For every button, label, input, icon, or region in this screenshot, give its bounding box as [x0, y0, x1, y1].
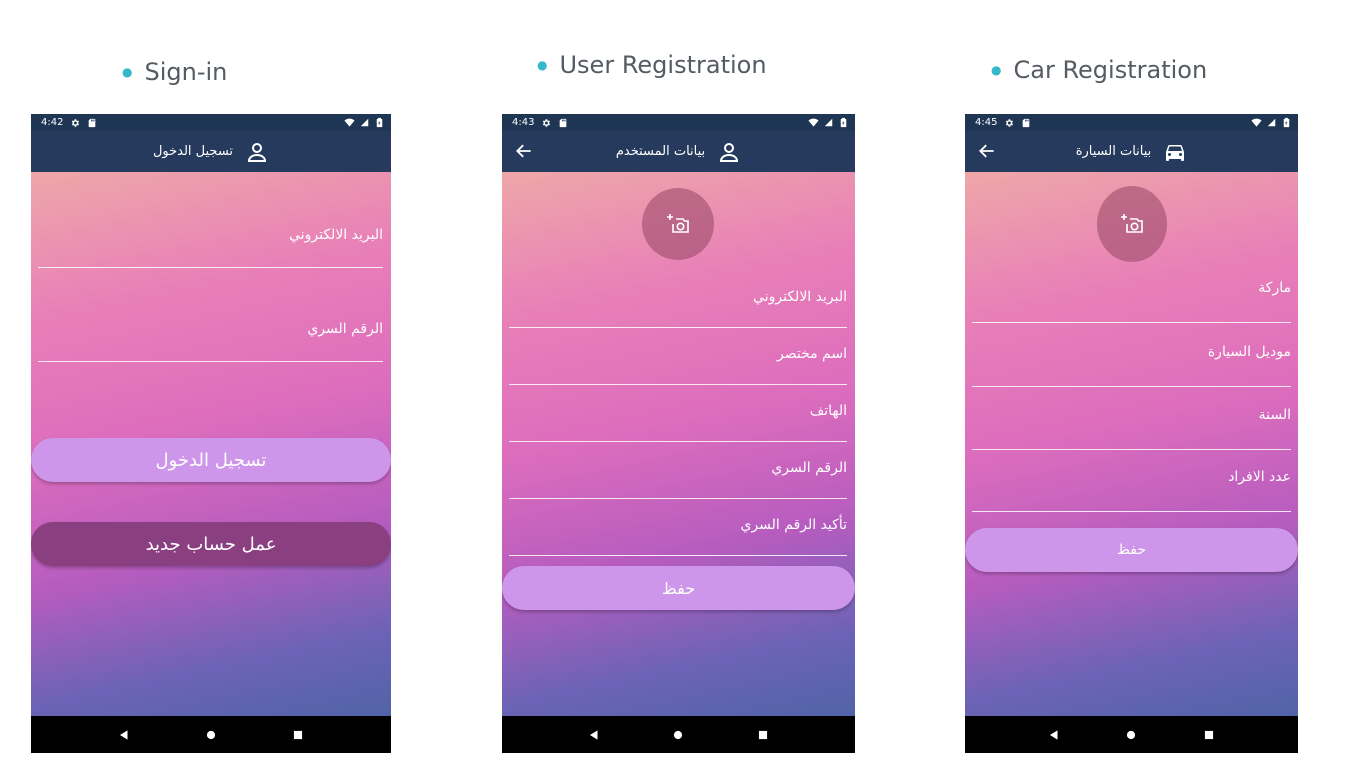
make-label: ماركة — [1258, 280, 1291, 296]
email-field[interactable]: البريد الالكتروني — [509, 284, 847, 330]
password-label: الرقم السري — [307, 321, 383, 337]
app-bar: تسجيل الدخول — [31, 131, 391, 172]
battery-icon — [374, 117, 385, 128]
model-label: موديل السيارة — [1207, 344, 1291, 360]
model-field[interactable]: موديل السيارة — [972, 340, 1291, 388]
field-underline — [972, 322, 1291, 323]
signin-screen: 4:42 تسجيل الدخول البريد الالكتروني الرق… — [31, 114, 391, 753]
nav-recents-icon[interactable] — [1202, 728, 1216, 742]
nav-recents-icon[interactable] — [291, 728, 305, 742]
field-underline — [972, 386, 1291, 387]
wifi-icon — [808, 117, 819, 128]
field-underline — [509, 441, 847, 442]
app-bar: بيانات السيارة — [965, 131, 1298, 172]
bullet-icon: ● — [537, 58, 548, 72]
settings-icon — [1004, 118, 1014, 128]
signal-icon — [360, 118, 369, 127]
nav-recents-icon[interactable] — [756, 728, 770, 742]
confirm-password-label: تأكيد الرقم السري — [740, 517, 847, 533]
caption-label: User Registration — [559, 51, 767, 79]
email-field[interactable]: البريد الالكتروني — [38, 222, 383, 268]
email-label: البريد الالكتروني — [289, 227, 383, 243]
phone-label: الهاتف — [809, 403, 847, 419]
status-time: 4:43 — [512, 117, 535, 128]
screen-title: تسجيل الدخول — [152, 144, 234, 159]
create-account-button[interactable]: عمل حساب جديد — [31, 522, 391, 566]
nav-bar — [965, 716, 1298, 753]
make-field[interactable]: ماركة — [972, 276, 1291, 324]
battery-icon — [1281, 117, 1292, 128]
settings-icon — [70, 118, 80, 128]
person-icon — [245, 140, 269, 164]
status-bar: 4:45 — [965, 114, 1298, 131]
year-label: السنة — [1258, 407, 1291, 423]
confirm-password-field[interactable]: تأكيد الرقم السري — [509, 512, 847, 558]
signal-icon — [824, 118, 833, 127]
password-field[interactable]: الرقم السري — [38, 316, 383, 362]
caption-label: Sign-in — [144, 58, 228, 86]
screen-content: البريد الالكتروني اسم مختصر الهاتف الرقم… — [502, 172, 855, 716]
battery-icon — [838, 117, 849, 128]
settings-icon — [541, 118, 551, 128]
car-registration-screen: 4:45 بيانات السيارة ماركة موديل السيارة — [965, 114, 1298, 753]
field-underline — [509, 555, 847, 556]
status-time: 4:45 — [975, 117, 998, 128]
caption-signin: ● Sign-in — [122, 58, 227, 86]
sd-card-icon — [87, 118, 97, 128]
password-label: الرقم السري — [771, 460, 847, 476]
app-bar: بيانات المستخدم — [502, 131, 855, 172]
field-underline — [972, 449, 1291, 450]
caption-user-registration: ● User Registration — [537, 51, 767, 79]
sd-card-icon — [558, 118, 568, 128]
nav-back-icon[interactable] — [587, 728, 601, 742]
nickname-field[interactable]: اسم مختصر — [509, 341, 847, 387]
field-underline — [509, 327, 847, 328]
caption-car-registration: ● Car Registration — [991, 56, 1207, 84]
profile-photo-button[interactable] — [642, 188, 714, 260]
nav-home-icon[interactable] — [671, 728, 685, 742]
wifi-icon — [344, 117, 355, 128]
phone-field[interactable]: الهاتف — [509, 398, 847, 444]
nickname-label: اسم مختصر — [776, 346, 847, 362]
status-time: 4:42 — [41, 117, 64, 128]
caption-label: Car Registration — [1013, 56, 1208, 84]
wifi-icon — [1251, 117, 1262, 128]
add-photo-icon — [1120, 212, 1144, 236]
user-registration-screen: 4:43 بيانات المستخدم البريد الالكتروني ا… — [502, 114, 855, 753]
bullet-icon: ● — [122, 65, 133, 79]
nav-back-icon[interactable] — [117, 728, 131, 742]
status-bar: 4:43 — [502, 114, 855, 131]
bullet-icon: ● — [991, 63, 1002, 77]
screen-title: بيانات المستخدم — [615, 144, 706, 159]
signal-icon — [1267, 118, 1276, 127]
nav-home-icon[interactable] — [204, 728, 218, 742]
field-underline — [509, 384, 847, 385]
car-icon — [1163, 140, 1187, 164]
nav-home-icon[interactable] — [1124, 728, 1138, 742]
year-field[interactable]: السنة — [972, 403, 1291, 451]
login-button[interactable]: تسجيل الدخول — [31, 438, 391, 482]
screen-title: بيانات السيارة — [1075, 144, 1152, 159]
passengers-label: عدد الافراد — [1228, 469, 1291, 485]
sd-card-icon — [1021, 118, 1031, 128]
add-photo-icon — [666, 212, 690, 236]
field-underline — [38, 361, 383, 362]
status-bar: 4:42 — [31, 114, 391, 131]
password-field[interactable]: الرقم السري — [509, 455, 847, 501]
nav-bar — [502, 716, 855, 753]
field-underline — [38, 267, 383, 268]
field-underline — [509, 498, 847, 499]
save-button[interactable]: حفظ — [965, 528, 1298, 572]
save-button[interactable]: حفظ — [502, 566, 855, 610]
car-photo-button[interactable] — [1097, 186, 1167, 262]
nav-back-icon[interactable] — [1047, 728, 1061, 742]
passengers-field[interactable]: عدد الافراد — [972, 465, 1291, 513]
person-icon — [717, 140, 741, 164]
field-underline — [972, 511, 1291, 512]
screen-content: البريد الالكتروني الرقم السري تسجيل الدخ… — [31, 172, 391, 716]
screen-content: ماركة موديل السيارة السنة عدد الافراد حف… — [965, 172, 1298, 716]
nav-bar — [31, 716, 391, 753]
email-label: البريد الالكتروني — [753, 289, 847, 305]
